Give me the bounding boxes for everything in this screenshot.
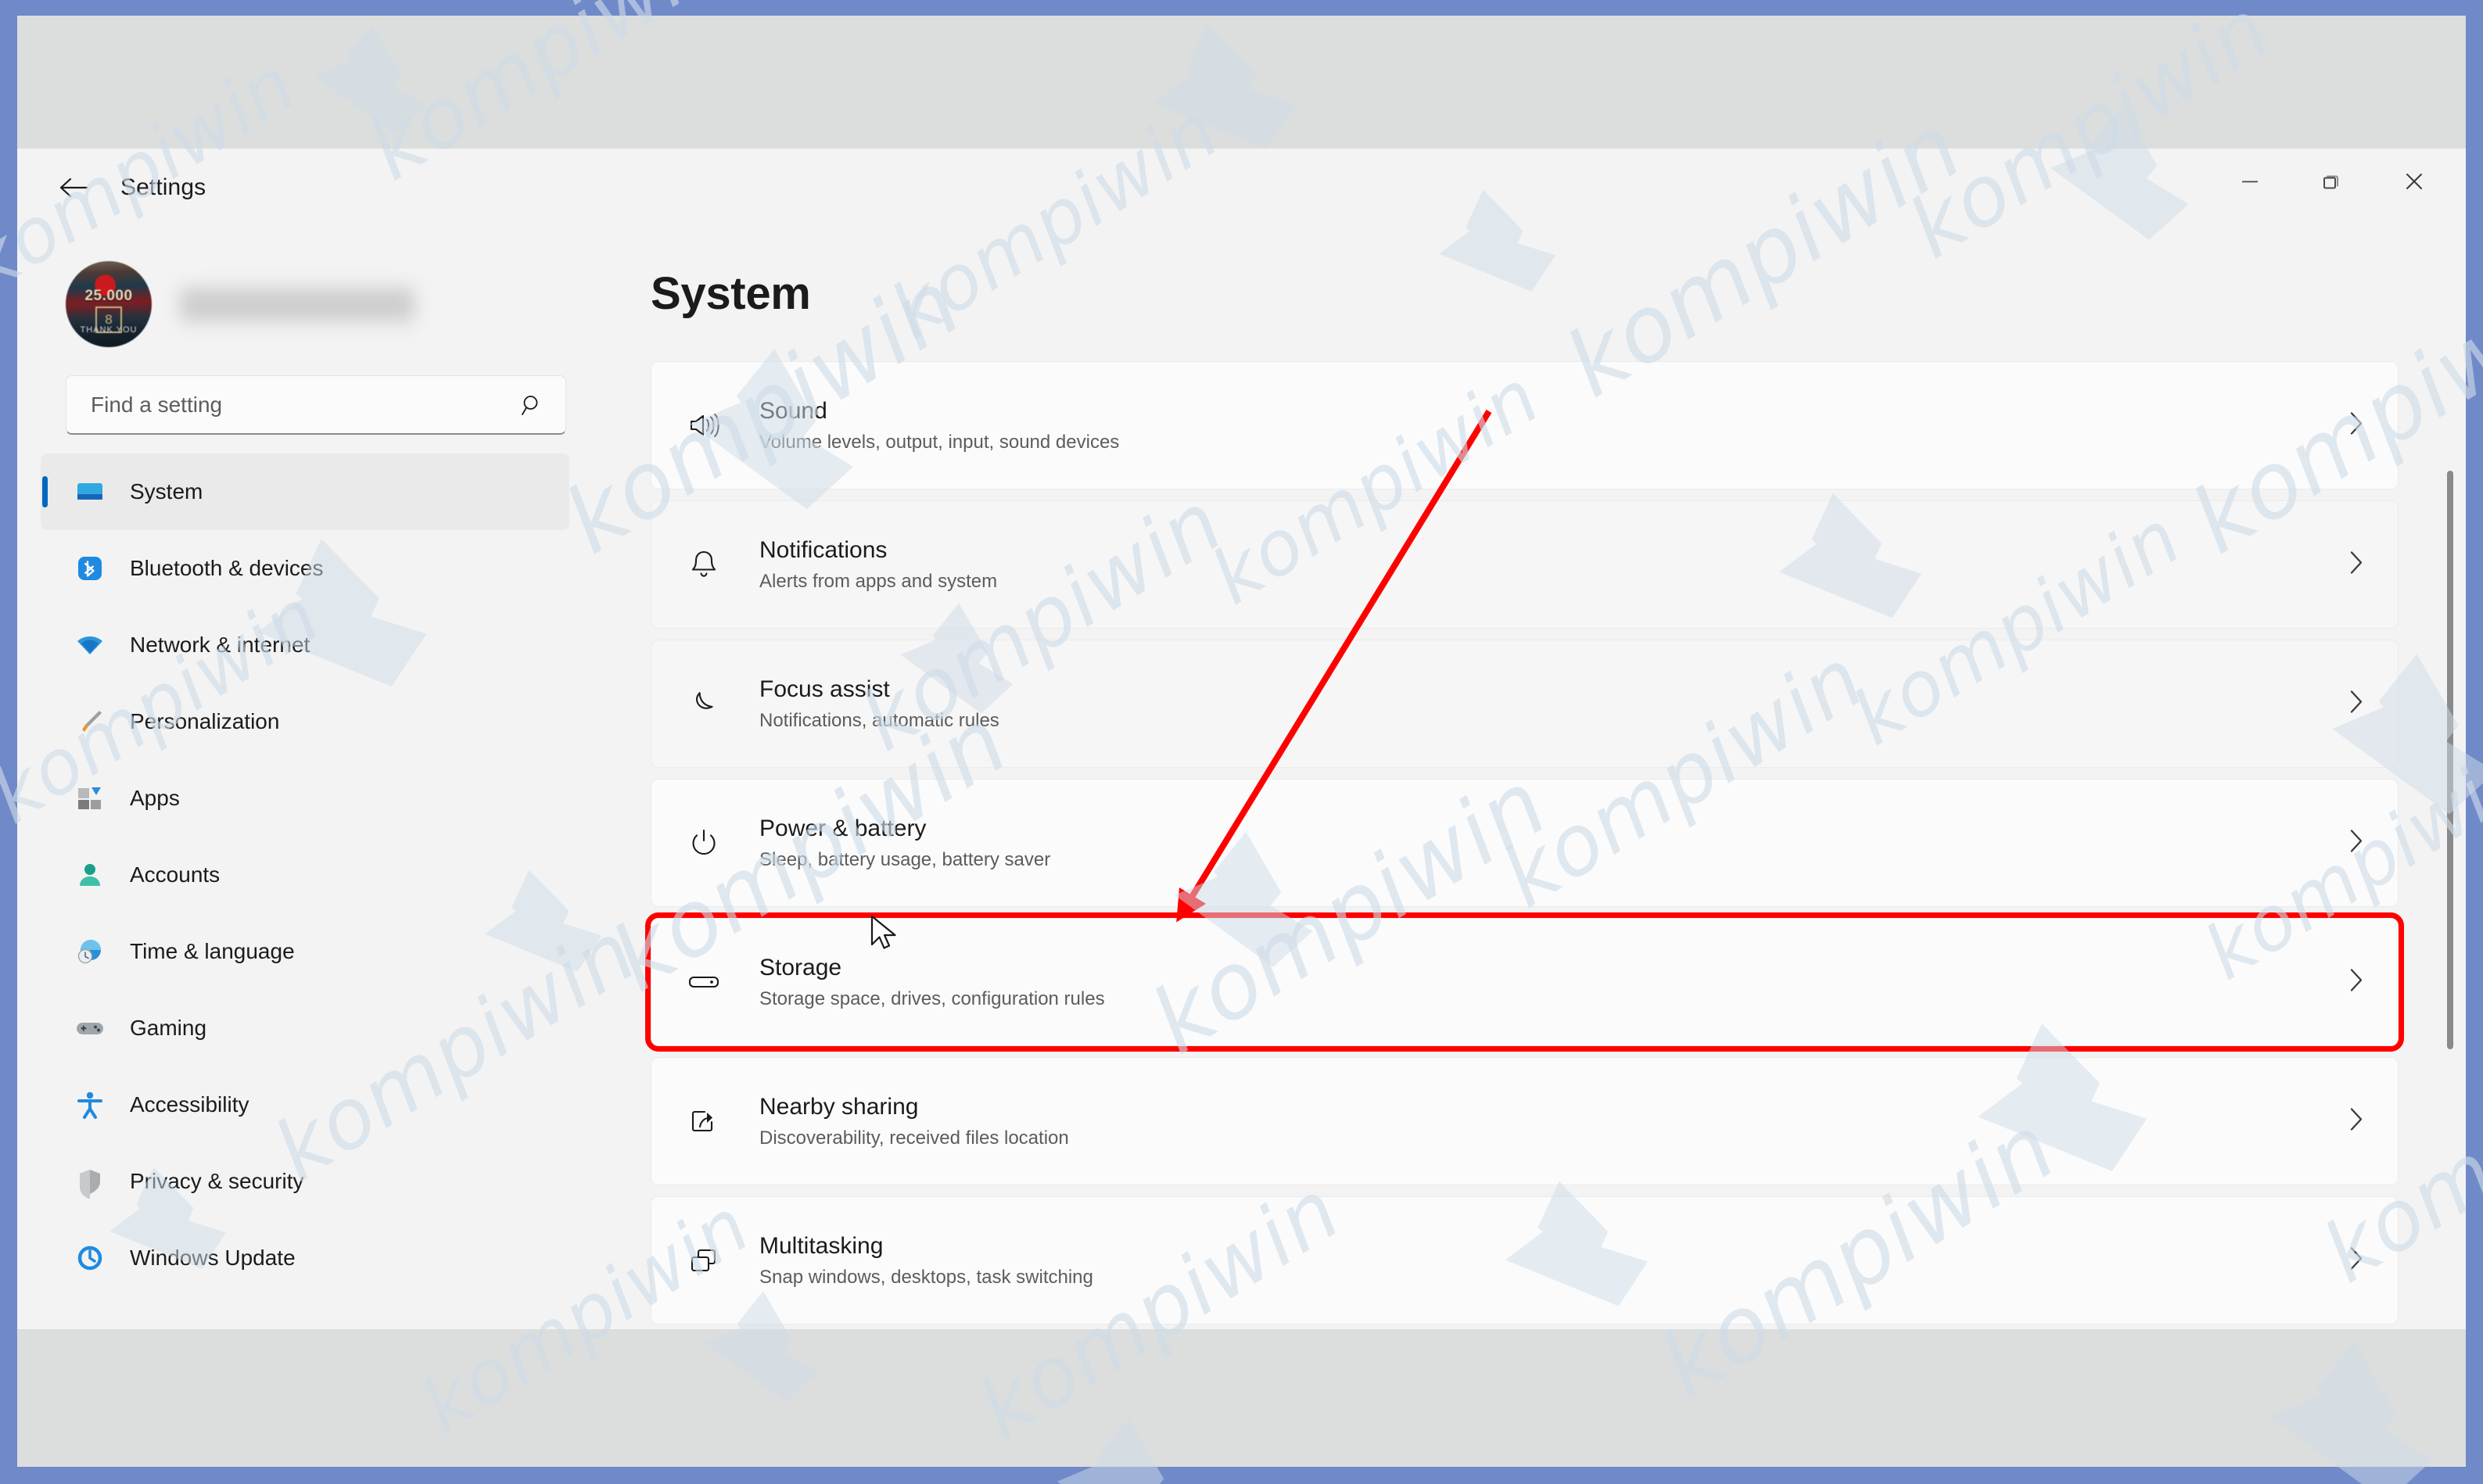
sidebar-item-bluetooth-devices[interactable]: Bluetooth & devices <box>41 530 569 607</box>
chevron-right-icon <box>2346 547 2366 582</box>
desktop-background: Settings 25.000 8 THANK YOU Find a setti… <box>17 16 2466 1467</box>
card-title: Sound <box>759 398 827 425</box>
sidebar-item-label: Gaming <box>130 1016 207 1040</box>
maximize-button[interactable] <box>2294 149 2369 214</box>
card-subtitle: Alerts from apps and system <box>759 570 998 592</box>
update-icon <box>67 1241 113 1275</box>
sidebar-item-windows-update[interactable]: Windows Update <box>41 1220 569 1296</box>
accessibility-icon <box>67 1088 113 1122</box>
settings-window: Settings 25.000 8 THANK YOU Find a setti… <box>17 149 2466 1329</box>
avatar-number: 25.000 <box>84 288 133 304</box>
card-title: Multitasking <box>759 1233 884 1260</box>
card-title: Storage <box>759 955 842 981</box>
sidebar-item-personalization[interactable]: Personalization <box>41 683 569 760</box>
sidebar-item-label: System <box>130 479 203 504</box>
restore-icon <box>2323 175 2338 189</box>
shield-icon <box>67 1164 113 1199</box>
sidebar-item-label: Bluetooth & devices <box>130 556 324 580</box>
sidebar-item-label: Apps <box>130 786 180 810</box>
minimize-button[interactable] <box>2212 149 2287 214</box>
sidebar-item-time-language[interactable]: Time & language <box>41 913 569 990</box>
avatar: 25.000 8 THANK YOU <box>66 261 152 347</box>
search-icon <box>519 393 546 419</box>
sidebar-item-label: Time & language <box>130 939 295 963</box>
page-title: System <box>651 268 811 319</box>
settings-card-notifications[interactable]: Notifications Alerts from apps and syste… <box>651 500 2399 629</box>
chevron-right-icon <box>2346 965 2366 1000</box>
chevron-right-icon <box>2346 826 2366 861</box>
search-container <box>66 375 566 435</box>
account-name-redacted <box>180 286 414 324</box>
person-icon <box>67 858 113 892</box>
settings-card-multitasking[interactable]: Multitasking Snap windows, desktops, tas… <box>651 1196 2399 1324</box>
card-title: Focus assist <box>759 676 890 703</box>
sidebar-item-accounts[interactable]: Accounts <box>41 837 569 913</box>
settings-card-sound[interactable]: Sound Volume levels, output, input, soun… <box>651 361 2399 489</box>
search-input[interactable] <box>89 375 499 435</box>
card-subtitle: Sleep, battery usage, battery saver <box>759 848 1051 870</box>
sidebar-item-system[interactable]: System <box>41 453 569 530</box>
outer-frame: Settings 25.000 8 THANK YOU Find a setti… <box>0 0 2483 1484</box>
settings-card-list: Sound Volume levels, output, input, soun… <box>645 361 2404 1329</box>
apps-icon <box>67 781 113 815</box>
sidebar-item-privacy-security[interactable]: Privacy & security <box>41 1143 569 1220</box>
wifi-icon <box>67 628 113 662</box>
chevron-right-icon <box>2346 1104 2366 1139</box>
content-scrollbar[interactable] <box>2447 471 2453 1049</box>
settings-card-storage[interactable]: Storage Storage space, drives, configura… <box>645 912 2404 1052</box>
sidebar-item-network-internet[interactable]: Network & internet <box>41 607 569 683</box>
sidebar-item-label: Accounts <box>130 862 221 887</box>
minimize-icon <box>2242 181 2258 183</box>
settings-card-nearby-sharing[interactable]: Nearby sharing Discoverability, received… <box>651 1057 2399 1185</box>
paintbrush-icon <box>67 704 113 739</box>
share-icon <box>676 1103 731 1139</box>
sidebar-item-label: Network & internet <box>130 633 310 657</box>
sidebar-item-label: Personalization <box>130 709 280 733</box>
card-subtitle: Notifications, automatic rules <box>759 709 999 731</box>
moon-icon <box>676 686 731 722</box>
sidebar-item-label: Privacy & security <box>130 1169 304 1193</box>
gamepad-icon <box>67 1011 113 1045</box>
card-title: Power & battery <box>759 815 927 842</box>
close-icon <box>2406 174 2422 189</box>
avatar-caption: THANK YOU <box>80 325 138 335</box>
settings-card-power-battery[interactable]: Power & battery Sleep, battery usage, ba… <box>651 779 2399 907</box>
card-title: Notifications <box>759 537 888 564</box>
app-title: Settings <box>120 174 206 200</box>
back-button[interactable] <box>48 163 99 213</box>
multitasking-icon <box>676 1242 731 1278</box>
content-pane: System Sound Volume levels, output, inpu… <box>612 236 2466 1329</box>
sidebar-item-label: Windows Update <box>130 1246 296 1270</box>
card-title: Nearby sharing <box>759 1094 919 1120</box>
chevron-right-icon <box>2346 1243 2366 1278</box>
back-arrow-icon <box>59 177 88 198</box>
bell-icon <box>676 547 731 582</box>
speaker-icon <box>676 407 731 443</box>
title-bar: Settings <box>17 149 2466 236</box>
sidebar-item-gaming[interactable]: Gaming <box>41 990 569 1066</box>
sidebar: 25.000 8 THANK YOU Find a setting System… <box>17 236 612 1329</box>
settings-card-focus-assist[interactable]: Focus assist Notifications, automatic ru… <box>651 640 2399 768</box>
drive-icon <box>676 964 731 1000</box>
account-block[interactable]: 25.000 8 THANK YOU <box>66 250 566 360</box>
card-subtitle: Snap windows, desktops, task switching <box>759 1266 1093 1288</box>
card-subtitle: Discoverability, received files location <box>759 1127 1069 1149</box>
chevron-right-icon <box>2346 686 2366 722</box>
sidebar-nav: System Bluetooth & devices Network & int… <box>17 453 612 1329</box>
mouse-cursor <box>870 915 901 957</box>
power-icon <box>676 825 731 861</box>
sidebar-item-accessibility[interactable]: Accessibility <box>41 1066 569 1143</box>
chevron-right-icon <box>2346 408 2366 443</box>
sidebar-item-apps[interactable]: Apps <box>41 760 569 837</box>
monitor-icon <box>67 475 113 509</box>
card-subtitle: Storage space, drives, configuration rul… <box>759 988 1105 1009</box>
sidebar-item-label: Accessibility <box>130 1092 249 1117</box>
clock-globe-icon <box>67 934 113 969</box>
bluetooth-icon <box>67 551 113 586</box>
card-subtitle: Volume levels, output, input, sound devi… <box>759 431 1120 453</box>
close-button[interactable] <box>2377 149 2452 214</box>
